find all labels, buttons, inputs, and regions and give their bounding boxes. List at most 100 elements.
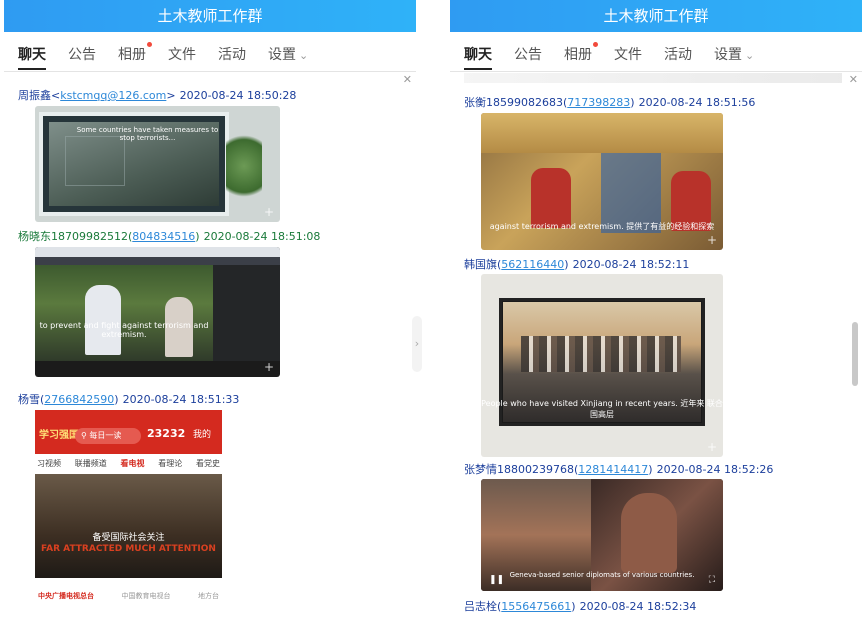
message-time: 2020-08-24 18:51:56 [638,96,756,109]
expand-icon[interactable]: + [706,234,718,246]
message-header: 韩国旗(562116440) 2020-08-24 18:52:11 [464,258,690,271]
chevron-right-icon[interactable]: › [412,316,422,372]
message-time: 2020-08-24 18:50:28 [179,89,297,102]
phone-screenshot[interactable]: 学习强国 ⚲ 每日一读 23232 我的 习视频 联播频道 看电视 看理论 看党… [35,410,222,622]
chevron-down-icon: ⌄ [299,48,309,62]
message-header: 周振鑫<kstcmqq@126.com> 2020-08-24 18:50:28 [18,89,297,102]
tab-settings[interactable]: 设置 ⌄ [714,32,754,72]
sender-id-link[interactable]: 2766842590 [44,393,114,406]
sender-name[interactable]: 张衡18599082683 [464,96,563,109]
video-caption: against terrorism and extremism. 提供了有益的经… [489,222,715,231]
sender-id-link[interactable]: 804834516 [132,230,195,243]
score: 23232 [147,427,186,440]
sender-id-link[interactable]: 1281414417 [578,463,648,476]
notification-dot [147,41,152,47]
nav-item[interactable]: 看电视 [121,454,145,474]
tab-settings[interactable]: 设置 ⌄ [268,32,308,72]
left-chat-panel: 土木教师工作群 聊天 公告 相册 文件 活动 设置 ⌄ ✕ 周振鑫<kstcmqq… [4,0,416,622]
sender-name[interactable]: 杨雪 [18,393,40,406]
tab-label: 文件 [614,46,642,63]
video-overlay-text: FAR ATTRACTED MUCH ATTENTION [41,544,216,554]
tab-bar: 聊天 公告 相册 文件 活动 设置 ⌄ [4,32,416,72]
tab-label: 设置 [268,46,296,63]
channel-item[interactable]: 中央广播电视总台 [38,586,94,606]
tab-activity[interactable]: 活动 [664,32,692,72]
sender-id-link[interactable]: 562116440 [501,258,564,271]
tab-announcement[interactable]: 公告 [514,32,542,72]
notification-dot [593,41,598,47]
fullscreen-icon[interactable]: ⛶ [709,575,715,585]
expand-icon[interactable]: + [263,206,275,218]
message-video[interactable]: Geneva-based senior diplomats of various… [481,479,723,591]
message-time: 2020-08-24 18:52:11 [572,258,690,271]
message-image[interactable]: against terrorism and extremism. 提供了有益的经… [481,113,723,250]
search-text: 每日一读 [89,431,122,440]
message-feed: 周振鑫<kstcmqq@126.com> 2020-08-24 18:50:28 … [4,73,416,622]
sender-id-link[interactable]: 1556475661 [501,600,571,613]
tab-album[interactable]: 相册 [564,32,598,72]
tab-files[interactable]: 文件 [614,32,642,72]
tab-label: 公告 [514,46,542,63]
tab-announcement[interactable]: 公告 [68,32,96,72]
my-button[interactable]: 我的 [193,427,211,440]
tab-bar: 聊天 公告 相册 文件 活动 设置 ⌄ [450,32,862,72]
pause-icon[interactable]: ❚❚ [489,575,504,585]
expand-icon[interactable]: + [263,361,275,373]
message-header: 吕志栓(1556475661) 2020-08-24 18:52:34 [464,600,697,613]
video-caption: Geneva-based senior diplomats of various… [509,571,695,579]
nav-item[interactable]: 看党史 [196,454,220,474]
nav-item[interactable]: 看理论 [158,454,182,474]
sender-email-link[interactable]: kstcmqq@126.com [60,89,166,102]
tab-files[interactable]: 文件 [168,32,196,72]
chevron-down-icon: ⌄ [745,48,755,62]
tab-activity[interactable]: 活动 [218,32,246,72]
video-caption: Some countries have taken measures to st… [76,126,219,142]
tab-label: 公告 [68,46,96,63]
message-time: 2020-08-24 18:51:33 [122,393,240,406]
message-image[interactable]: Some countries have taken measures to st… [35,106,280,222]
channel-bar: 中央广播电视总台 中国教育电视台 地方台 [35,586,222,606]
tab-chat[interactable]: 聊天 [18,32,46,72]
right-chat-panel: 土木教师工作群 聊天 公告 相册 文件 活动 设置 ⌄ ✕ 张衡185990826… [450,0,862,622]
search-box[interactable]: ⚲ 每日一读 [75,428,141,444]
message-header: 张梦情18800239768(1281414417) 2020-08-24 18:… [464,463,774,476]
tab-label: 相册 [118,46,146,63]
sender-name[interactable]: 杨晓东18709982512 [18,230,128,243]
video-caption: People who have visited Xinjiang in rece… [481,399,723,419]
sender-name[interactable]: 韩国旗 [464,258,497,271]
nav-item[interactable]: 联播频道 [75,454,107,474]
sender-id-link[interactable]: 717398283 [567,96,630,109]
previous-image-edge [464,73,842,83]
sender-name[interactable]: 吕志栓 [464,600,497,613]
nav-item[interactable]: 习视频 [37,454,61,474]
video-caption: 备受国际社会关注 [92,533,165,543]
channel-item[interactable]: 中国教育电视台 [122,586,171,606]
app-logo: 学习强国 [39,430,79,441]
message-image[interactable]: People who have visited Xinjiang in rece… [481,274,723,457]
phone-nav: 习视频 联播频道 看电视 看理论 看党史 [35,454,222,474]
tab-label: 设置 [714,46,742,63]
tab-label: 相册 [564,46,592,63]
tab-album[interactable]: 相册 [118,32,152,72]
message-time: 2020-08-24 18:51:08 [203,230,321,243]
expand-icon[interactable]: + [706,441,718,453]
message-image[interactable]: to prevent and fight against terrorism a… [35,247,280,377]
channel-item[interactable]: 地方台 [198,586,219,606]
group-title: 土木教师工作群 [450,0,862,32]
tab-label: 聊天 [18,46,46,63]
tab-label: 活动 [218,46,246,63]
message-time: 2020-08-24 18:52:34 [579,600,697,613]
message-header: 杨晓东18709982512(804834516) 2020-08-24 18:5… [18,230,321,243]
tab-label: 文件 [168,46,196,63]
sender-name[interactable]: 周振鑫 [18,89,51,102]
tab-label: 活动 [664,46,692,63]
tab-chat[interactable]: 聊天 [464,32,492,72]
message-header: 杨雪(2766842590) 2020-08-24 18:51:33 [18,393,240,406]
tab-label: 聊天 [464,46,492,63]
message-time: 2020-08-24 18:52:26 [656,463,774,476]
message-feed: 张衡18599082683(717398283) 2020-08-24 18:51… [450,73,862,622]
message-header: 张衡18599082683(717398283) 2020-08-24 18:51… [464,96,756,109]
video-caption: to prevent and fight against terrorism a… [39,321,209,339]
sender-name[interactable]: 张梦情18800239768 [464,463,574,476]
group-title: 土木教师工作群 [4,0,416,32]
